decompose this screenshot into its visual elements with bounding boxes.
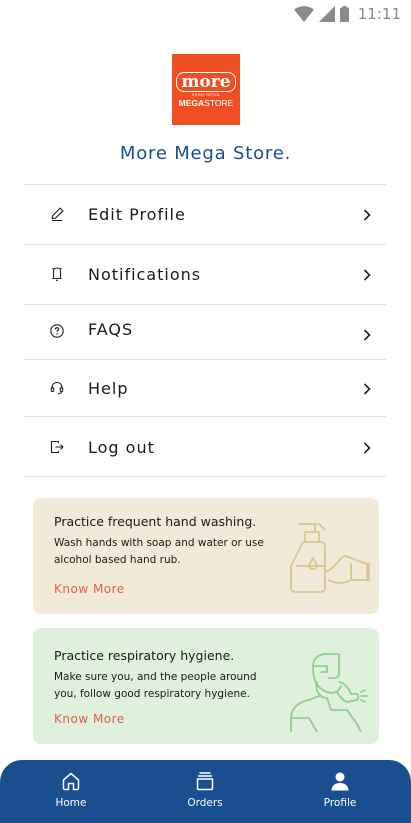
status-bar: 11:11: [0, 0, 411, 28]
help-circle-icon: [48, 322, 66, 340]
menu-item-faqs[interactable]: FAQS: [24, 304, 386, 359]
home-icon: [62, 772, 80, 791]
logo-sub-text: GREAT RETAIL: [191, 92, 221, 97]
menu-item-help[interactable]: Help: [24, 359, 386, 416]
hand-sanitizer-icon: [290, 523, 370, 593]
logo-top-text: more: [176, 71, 236, 92]
cellular-signal-icon: [318, 6, 335, 22]
profile-icon: [331, 772, 349, 791]
status-time: 11:11: [357, 5, 401, 23]
logo-bottom-bold: MEGA: [178, 97, 205, 108]
logo-bottom-text: MEGASTORE: [179, 98, 234, 108]
store-title: More Mega Store.: [119, 143, 292, 164]
pencil-icon: [48, 205, 66, 223]
headset-icon: [48, 379, 66, 397]
chevron-right-icon: [363, 209, 371, 221]
card-body: Wash hands with soap and water or use al…: [54, 537, 264, 566]
respiratory-hygiene-card: Practice respiratory hygiene. Make sure …: [33, 628, 379, 744]
bell-icon: [48, 265, 66, 283]
hand-washing-card: Practice frequent hand washing. Wash han…: [33, 498, 379, 614]
wifi-icon: [293, 6, 314, 22]
menu-item-log-out[interactable]: Log out: [24, 416, 386, 477]
logo-bottom-regular: STORE: [204, 97, 234, 108]
card-body: Make sure you, and the people around you…: [54, 671, 257, 700]
menu-item-edit-profile[interactable]: Edit Profile: [24, 184, 386, 244]
menu-item-label: Notifications: [88, 265, 202, 284]
chevron-right-icon: [363, 441, 371, 454]
menu-item-label: Edit Profile: [88, 205, 186, 224]
store-logo: more GREAT RETAIL MEGASTORE: [172, 54, 240, 125]
logout-icon: [48, 438, 66, 456]
nav-label: Home: [55, 797, 87, 809]
chevron-right-icon: [363, 269, 371, 281]
know-more-link[interactable]: Know More: [54, 712, 125, 726]
chevron-right-icon: [363, 382, 371, 395]
status-icons: 11:11: [293, 5, 401, 23]
menu-item-label: Help: [88, 378, 129, 398]
nav-item-home[interactable]: Home: [31, 770, 111, 809]
menu-item-notifications[interactable]: Notifications: [24, 244, 386, 304]
person-sneezing-icon: [290, 653, 368, 732]
nav-item-orders[interactable]: Orders: [165, 770, 245, 809]
orders-icon: [196, 772, 214, 791]
battery-icon: [339, 6, 349, 22]
card-title: Practice respiratory hygiene.: [54, 648, 235, 663]
menu-item-label: FAQS: [88, 320, 134, 339]
chevron-right-icon: [363, 329, 371, 341]
nav-label: Orders: [187, 797, 223, 809]
bottom-navigation: Home Orders Profile: [0, 760, 411, 823]
profile-menu: Edit Profile Notifications FAQS Help Log…: [24, 184, 386, 477]
card-title: Practice frequent hand washing.: [54, 514, 257, 529]
nav-label: Profile: [323, 797, 357, 809]
nav-item-profile[interactable]: Profile: [300, 770, 380, 809]
know-more-link[interactable]: Know More: [54, 582, 125, 596]
menu-item-label: Log out: [88, 437, 155, 457]
